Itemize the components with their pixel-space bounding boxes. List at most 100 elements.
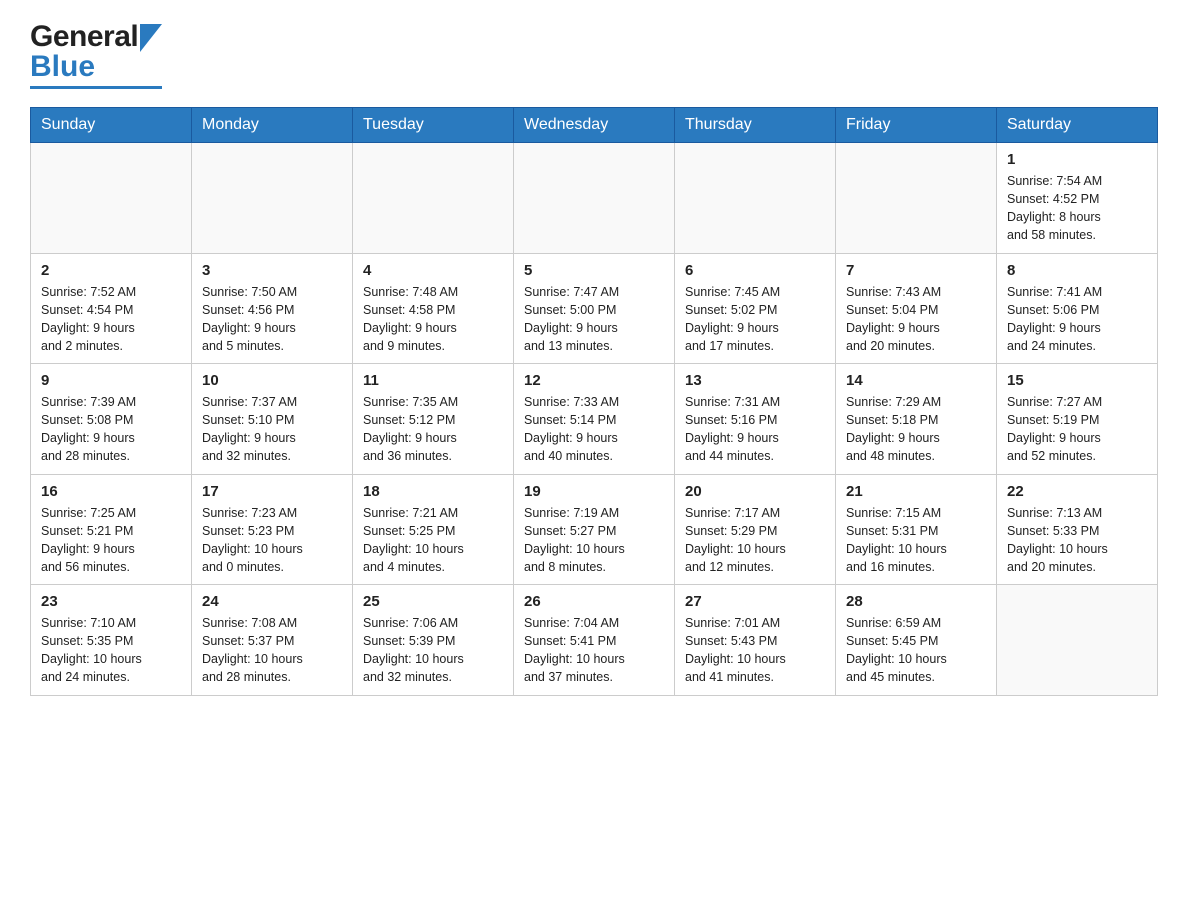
calendar-cell bbox=[514, 143, 675, 254]
calendar-cell bbox=[836, 143, 997, 254]
day-number: 13 bbox=[685, 372, 825, 389]
calendar-cell bbox=[997, 585, 1158, 696]
day-info: Sunrise: 7:54 AMSunset: 4:52 PMDaylight:… bbox=[1007, 172, 1147, 245]
calendar-cell: 4 Sunrise: 7:48 AMSunset: 4:58 PMDaylight… bbox=[353, 253, 514, 364]
day-info: Sunrise: 7:33 AMSunset: 5:14 PMDaylight:… bbox=[524, 393, 664, 466]
calendar-cell bbox=[31, 143, 192, 254]
weekday-header-saturday: Saturday bbox=[997, 108, 1158, 143]
day-info: Sunrise: 7:19 AMSunset: 5:27 PMDaylight:… bbox=[524, 504, 664, 577]
day-number: 3 bbox=[202, 262, 342, 279]
day-info: Sunrise: 7:41 AMSunset: 5:06 PMDaylight:… bbox=[1007, 283, 1147, 356]
day-number: 5 bbox=[524, 262, 664, 279]
day-info: Sunrise: 7:48 AMSunset: 4:58 PMDaylight:… bbox=[363, 283, 503, 356]
day-number: 1 bbox=[1007, 151, 1147, 168]
day-info: Sunrise: 7:50 AMSunset: 4:56 PMDaylight:… bbox=[202, 283, 342, 356]
day-number: 2 bbox=[41, 262, 181, 279]
calendar-cell: 15 Sunrise: 7:27 AMSunset: 5:19 PMDayligh… bbox=[997, 364, 1158, 475]
weekday-header-monday: Monday bbox=[192, 108, 353, 143]
calendar-cell: 5 Sunrise: 7:47 AMSunset: 5:00 PMDaylight… bbox=[514, 253, 675, 364]
calendar-cell: 18 Sunrise: 7:21 AMSunset: 5:25 PMDayligh… bbox=[353, 474, 514, 585]
day-info: Sunrise: 7:21 AMSunset: 5:25 PMDaylight:… bbox=[363, 504, 503, 577]
calendar-week-row: 1 Sunrise: 7:54 AMSunset: 4:52 PMDaylight… bbox=[31, 143, 1158, 254]
weekday-header-thursday: Thursday bbox=[675, 108, 836, 143]
day-number: 18 bbox=[363, 483, 503, 500]
calendar-cell: 6 Sunrise: 7:45 AMSunset: 5:02 PMDaylight… bbox=[675, 253, 836, 364]
weekday-header-row: SundayMondayTuesdayWednesdayThursdayFrid… bbox=[31, 108, 1158, 143]
day-number: 6 bbox=[685, 262, 825, 279]
day-number: 24 bbox=[202, 593, 342, 610]
logo-general-text: General bbox=[30, 20, 138, 54]
day-info: Sunrise: 7:25 AMSunset: 5:21 PMDaylight:… bbox=[41, 504, 181, 577]
day-info: Sunrise: 7:17 AMSunset: 5:29 PMDaylight:… bbox=[685, 504, 825, 577]
day-number: 27 bbox=[685, 593, 825, 610]
day-number: 15 bbox=[1007, 372, 1147, 389]
day-number: 25 bbox=[363, 593, 503, 610]
weekday-header-wednesday: Wednesday bbox=[514, 108, 675, 143]
logo-underline bbox=[30, 86, 162, 89]
day-info: Sunrise: 7:27 AMSunset: 5:19 PMDaylight:… bbox=[1007, 393, 1147, 466]
day-info: Sunrise: 7:13 AMSunset: 5:33 PMDaylight:… bbox=[1007, 504, 1147, 577]
day-info: Sunrise: 7:15 AMSunset: 5:31 PMDaylight:… bbox=[846, 504, 986, 577]
calendar-cell: 11 Sunrise: 7:35 AMSunset: 5:12 PMDayligh… bbox=[353, 364, 514, 475]
calendar-cell: 28 Sunrise: 6:59 AMSunset: 5:45 PMDayligh… bbox=[836, 585, 997, 696]
weekday-header-friday: Friday bbox=[836, 108, 997, 143]
calendar-cell: 16 Sunrise: 7:25 AMSunset: 5:21 PMDayligh… bbox=[31, 474, 192, 585]
calendar-cell: 3 Sunrise: 7:50 AMSunset: 4:56 PMDaylight… bbox=[192, 253, 353, 364]
calendar-cell: 8Sunrise: 7:41 AMSunset: 5:06 PMDaylight… bbox=[997, 253, 1158, 364]
day-number: 19 bbox=[524, 483, 664, 500]
day-info: Sunrise: 7:01 AMSunset: 5:43 PMDaylight:… bbox=[685, 614, 825, 687]
day-info: Sunrise: 7:35 AMSunset: 5:12 PMDaylight:… bbox=[363, 393, 503, 466]
calendar-week-row: 16 Sunrise: 7:25 AMSunset: 5:21 PMDayligh… bbox=[31, 474, 1158, 585]
calendar-cell: 22 Sunrise: 7:13 AMSunset: 5:33 PMDayligh… bbox=[997, 474, 1158, 585]
day-number: 17 bbox=[202, 483, 342, 500]
calendar-cell bbox=[192, 143, 353, 254]
day-number: 12 bbox=[524, 372, 664, 389]
calendar-body: 1 Sunrise: 7:54 AMSunset: 4:52 PMDaylight… bbox=[31, 143, 1158, 696]
day-info: Sunrise: 6:59 AMSunset: 5:45 PMDaylight:… bbox=[846, 614, 986, 687]
day-info: Sunrise: 7:47 AMSunset: 5:00 PMDaylight:… bbox=[524, 283, 664, 356]
day-info: Sunrise: 7:45 AMSunset: 5:02 PMDaylight:… bbox=[685, 283, 825, 356]
day-number: 10 bbox=[202, 372, 342, 389]
calendar-week-row: 9Sunrise: 7:39 AMSunset: 5:08 PMDaylight… bbox=[31, 364, 1158, 475]
day-info: Sunrise: 7:06 AMSunset: 5:39 PMDaylight:… bbox=[363, 614, 503, 687]
day-info: Sunrise: 7:29 AMSunset: 5:18 PMDaylight:… bbox=[846, 393, 986, 466]
weekday-header-tuesday: Tuesday bbox=[353, 108, 514, 143]
logo-blue-text: Blue bbox=[30, 50, 95, 83]
calendar-cell: 7 Sunrise: 7:43 AMSunset: 5:04 PMDaylight… bbox=[836, 253, 997, 364]
day-number: 16 bbox=[41, 483, 181, 500]
calendar-cell: 9Sunrise: 7:39 AMSunset: 5:08 PMDaylight… bbox=[31, 364, 192, 475]
calendar-cell: 19 Sunrise: 7:19 AMSunset: 5:27 PMDayligh… bbox=[514, 474, 675, 585]
day-number: 20 bbox=[685, 483, 825, 500]
calendar-cell: 13 Sunrise: 7:31 AMSunset: 5:16 PMDayligh… bbox=[675, 364, 836, 475]
day-number: 22 bbox=[1007, 483, 1147, 500]
day-number: 26 bbox=[524, 593, 664, 610]
calendar-cell: 21 Sunrise: 7:15 AMSunset: 5:31 PMDayligh… bbox=[836, 474, 997, 585]
calendar-cell: 1 Sunrise: 7:54 AMSunset: 4:52 PMDaylight… bbox=[997, 143, 1158, 254]
day-info: Sunrise: 7:31 AMSunset: 5:16 PMDaylight:… bbox=[685, 393, 825, 466]
calendar-week-row: 2 Sunrise: 7:52 AMSunset: 4:54 PMDaylight… bbox=[31, 253, 1158, 364]
day-info: Sunrise: 7:37 AMSunset: 5:10 PMDaylight:… bbox=[202, 393, 342, 466]
calendar-cell: 23Sunrise: 7:10 AMSunset: 5:35 PMDayligh… bbox=[31, 585, 192, 696]
day-info: Sunrise: 7:04 AMSunset: 5:41 PMDaylight:… bbox=[524, 614, 664, 687]
calendar-cell: 20 Sunrise: 7:17 AMSunset: 5:29 PMDayligh… bbox=[675, 474, 836, 585]
day-number: 7 bbox=[846, 262, 986, 279]
weekday-header-sunday: Sunday bbox=[31, 108, 192, 143]
page-header: General Blue bbox=[30, 20, 1158, 89]
calendar-cell: 27 Sunrise: 7:01 AMSunset: 5:43 PMDayligh… bbox=[675, 585, 836, 696]
day-number: 9 bbox=[41, 372, 181, 389]
calendar-cell: 10 Sunrise: 7:37 AMSunset: 5:10 PMDayligh… bbox=[192, 364, 353, 475]
day-number: 11 bbox=[363, 372, 503, 389]
day-info: Sunrise: 7:52 AMSunset: 4:54 PMDaylight:… bbox=[41, 283, 181, 356]
logo-triangle-icon bbox=[140, 24, 162, 52]
calendar-cell: 26 Sunrise: 7:04 AMSunset: 5:41 PMDayligh… bbox=[514, 585, 675, 696]
calendar-cell: 24Sunrise: 7:08 AMSunset: 5:37 PMDayligh… bbox=[192, 585, 353, 696]
day-info: Sunrise: 7:10 AMSunset: 5:35 PMDaylight:… bbox=[41, 614, 181, 687]
calendar-cell: 14Sunrise: 7:29 AMSunset: 5:18 PMDayligh… bbox=[836, 364, 997, 475]
day-info: Sunrise: 7:43 AMSunset: 5:04 PMDaylight:… bbox=[846, 283, 986, 356]
day-number: 28 bbox=[846, 593, 986, 610]
day-number: 21 bbox=[846, 483, 986, 500]
calendar-cell: 17Sunrise: 7:23 AMSunset: 5:23 PMDayligh… bbox=[192, 474, 353, 585]
logo: General Blue bbox=[30, 20, 162, 89]
calendar-week-row: 23Sunrise: 7:10 AMSunset: 5:35 PMDayligh… bbox=[31, 585, 1158, 696]
day-number: 4 bbox=[363, 262, 503, 279]
